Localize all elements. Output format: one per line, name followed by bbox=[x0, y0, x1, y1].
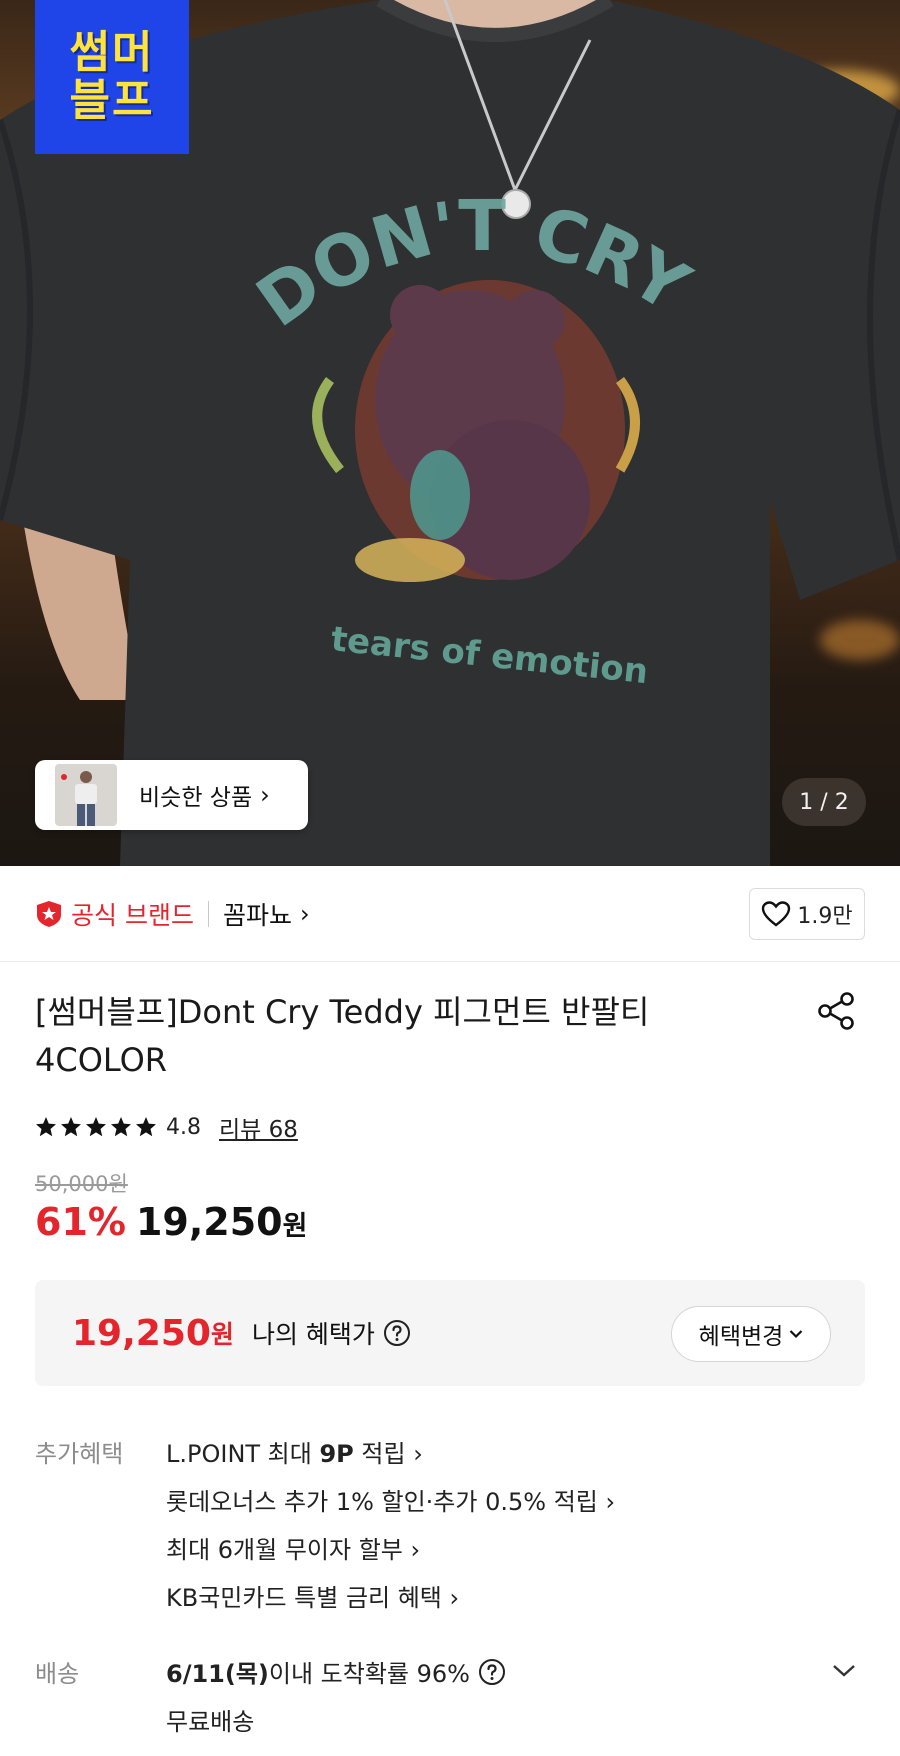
rating-score: 4.8 bbox=[166, 1114, 201, 1140]
help-icon[interactable] bbox=[383, 1319, 411, 1347]
benefit-lpoint-suffix: 적립 › bbox=[353, 1440, 423, 1468]
star-icon bbox=[86, 1117, 106, 1137]
share-icon[interactable] bbox=[816, 990, 858, 1032]
delivery-probability: 이내 도착확률 96% bbox=[268, 1660, 470, 1688]
chevron-down-icon bbox=[790, 1330, 803, 1339]
similar-products-label: 비슷한 상품 bbox=[139, 785, 253, 811]
promo-badge-logo: 썸머 블프 bbox=[35, 0, 189, 154]
image-page-indicator: 1 / 2 bbox=[782, 778, 866, 826]
star-icon bbox=[61, 1117, 81, 1137]
chevron-down-icon[interactable] bbox=[832, 1664, 856, 1678]
similar-products-button[interactable]: 비슷한 상품 › bbox=[35, 760, 308, 830]
review-count-link[interactable]: 리뷰 68 bbox=[219, 1110, 298, 1144]
rating-stars bbox=[35, 1116, 160, 1138]
brand-name-link[interactable]: 꼼파뇨 bbox=[223, 896, 292, 932]
star-icon bbox=[136, 1117, 156, 1137]
discount-rate: 61% bbox=[35, 1200, 126, 1244]
sale-price-unit: 원 bbox=[282, 1211, 308, 1242]
price-row: 61% 19,250 원 bbox=[35, 1200, 307, 1244]
benefit-lpoint-link[interactable]: L.POINT 최대 9P 적립 › bbox=[166, 1434, 423, 1469]
extra-benefits-label: 추가혜택 bbox=[35, 1440, 124, 1468]
badge-line-2: 블프 bbox=[69, 75, 155, 126]
my-benefit-price: 19,250 bbox=[72, 1312, 211, 1354]
wishlist-button[interactable]: 1.9만 bbox=[749, 888, 865, 940]
star-icon bbox=[111, 1117, 131, 1137]
change-benefit-label: 혜택변경 bbox=[698, 1324, 784, 1350]
benefit-lpoint-points: 9P bbox=[319, 1440, 354, 1468]
help-icon[interactable] bbox=[478, 1658, 506, 1686]
benefit-lpoint-prefix: L.POINT 최대 bbox=[166, 1440, 320, 1468]
thumbnail-indicator-dot bbox=[61, 774, 67, 780]
heart-icon bbox=[762, 901, 791, 927]
brand-row: 공식 브랜드 꼼파뇨 › 1.9만 bbox=[0, 866, 900, 962]
delivery-date: 6/11(목) bbox=[166, 1660, 269, 1688]
my-benefit-price-label: 나의 혜택가 bbox=[251, 1320, 375, 1349]
official-brand-label: 공식 브랜드 bbox=[71, 900, 194, 930]
original-price: 50,000원 bbox=[35, 1172, 128, 1196]
badge-line-1: 썸머 bbox=[69, 27, 155, 78]
my-benefit-price-unit: 원 bbox=[210, 1320, 234, 1349]
similar-product-thumbnail bbox=[55, 764, 117, 826]
change-benefit-button[interactable]: 혜택변경 bbox=[671, 1306, 831, 1362]
product-image[interactable]: DON'T CRY Teddy tears of emotion 썸머 블프 bbox=[0, 0, 900, 866]
brand-divider bbox=[207, 900, 209, 927]
sale-price: 19,250 bbox=[135, 1200, 283, 1244]
delivery-label: 배송 bbox=[35, 1660, 80, 1688]
benefit-lotte-owners-link[interactable]: 롯데오너스 추가 1% 할인·추가 0.5% 적립 › bbox=[166, 1482, 615, 1517]
rating-row: 4.8 리뷰 68 bbox=[35, 1110, 298, 1144]
star-icon bbox=[36, 1117, 56, 1137]
delivery-estimate: 6/11(목) 이내 도착확률 96% bbox=[166, 1654, 506, 1689]
my-benefit-price-box: 19,250 원 나의 혜택가 혜택변경 bbox=[35, 1280, 865, 1386]
chevron-right-icon: › bbox=[260, 781, 270, 809]
delivery-fee: 무료배송 bbox=[166, 1708, 255, 1736]
chevron-right-icon[interactable]: › bbox=[300, 900, 310, 928]
benefit-installment-link[interactable]: 최대 6개월 무이자 할부 › bbox=[166, 1530, 420, 1565]
wishlist-count: 1.9만 bbox=[797, 904, 853, 929]
benefit-kb-card-link[interactable]: KB국민카드 특별 금리 혜택 › bbox=[166, 1578, 459, 1613]
official-brand-star-icon bbox=[37, 900, 61, 927]
product-title: [썸머블프]Dont Cry Teddy 피그먼트 반팔티 4COLOR bbox=[35, 993, 650, 1079]
model-figure-icon bbox=[75, 771, 97, 826]
